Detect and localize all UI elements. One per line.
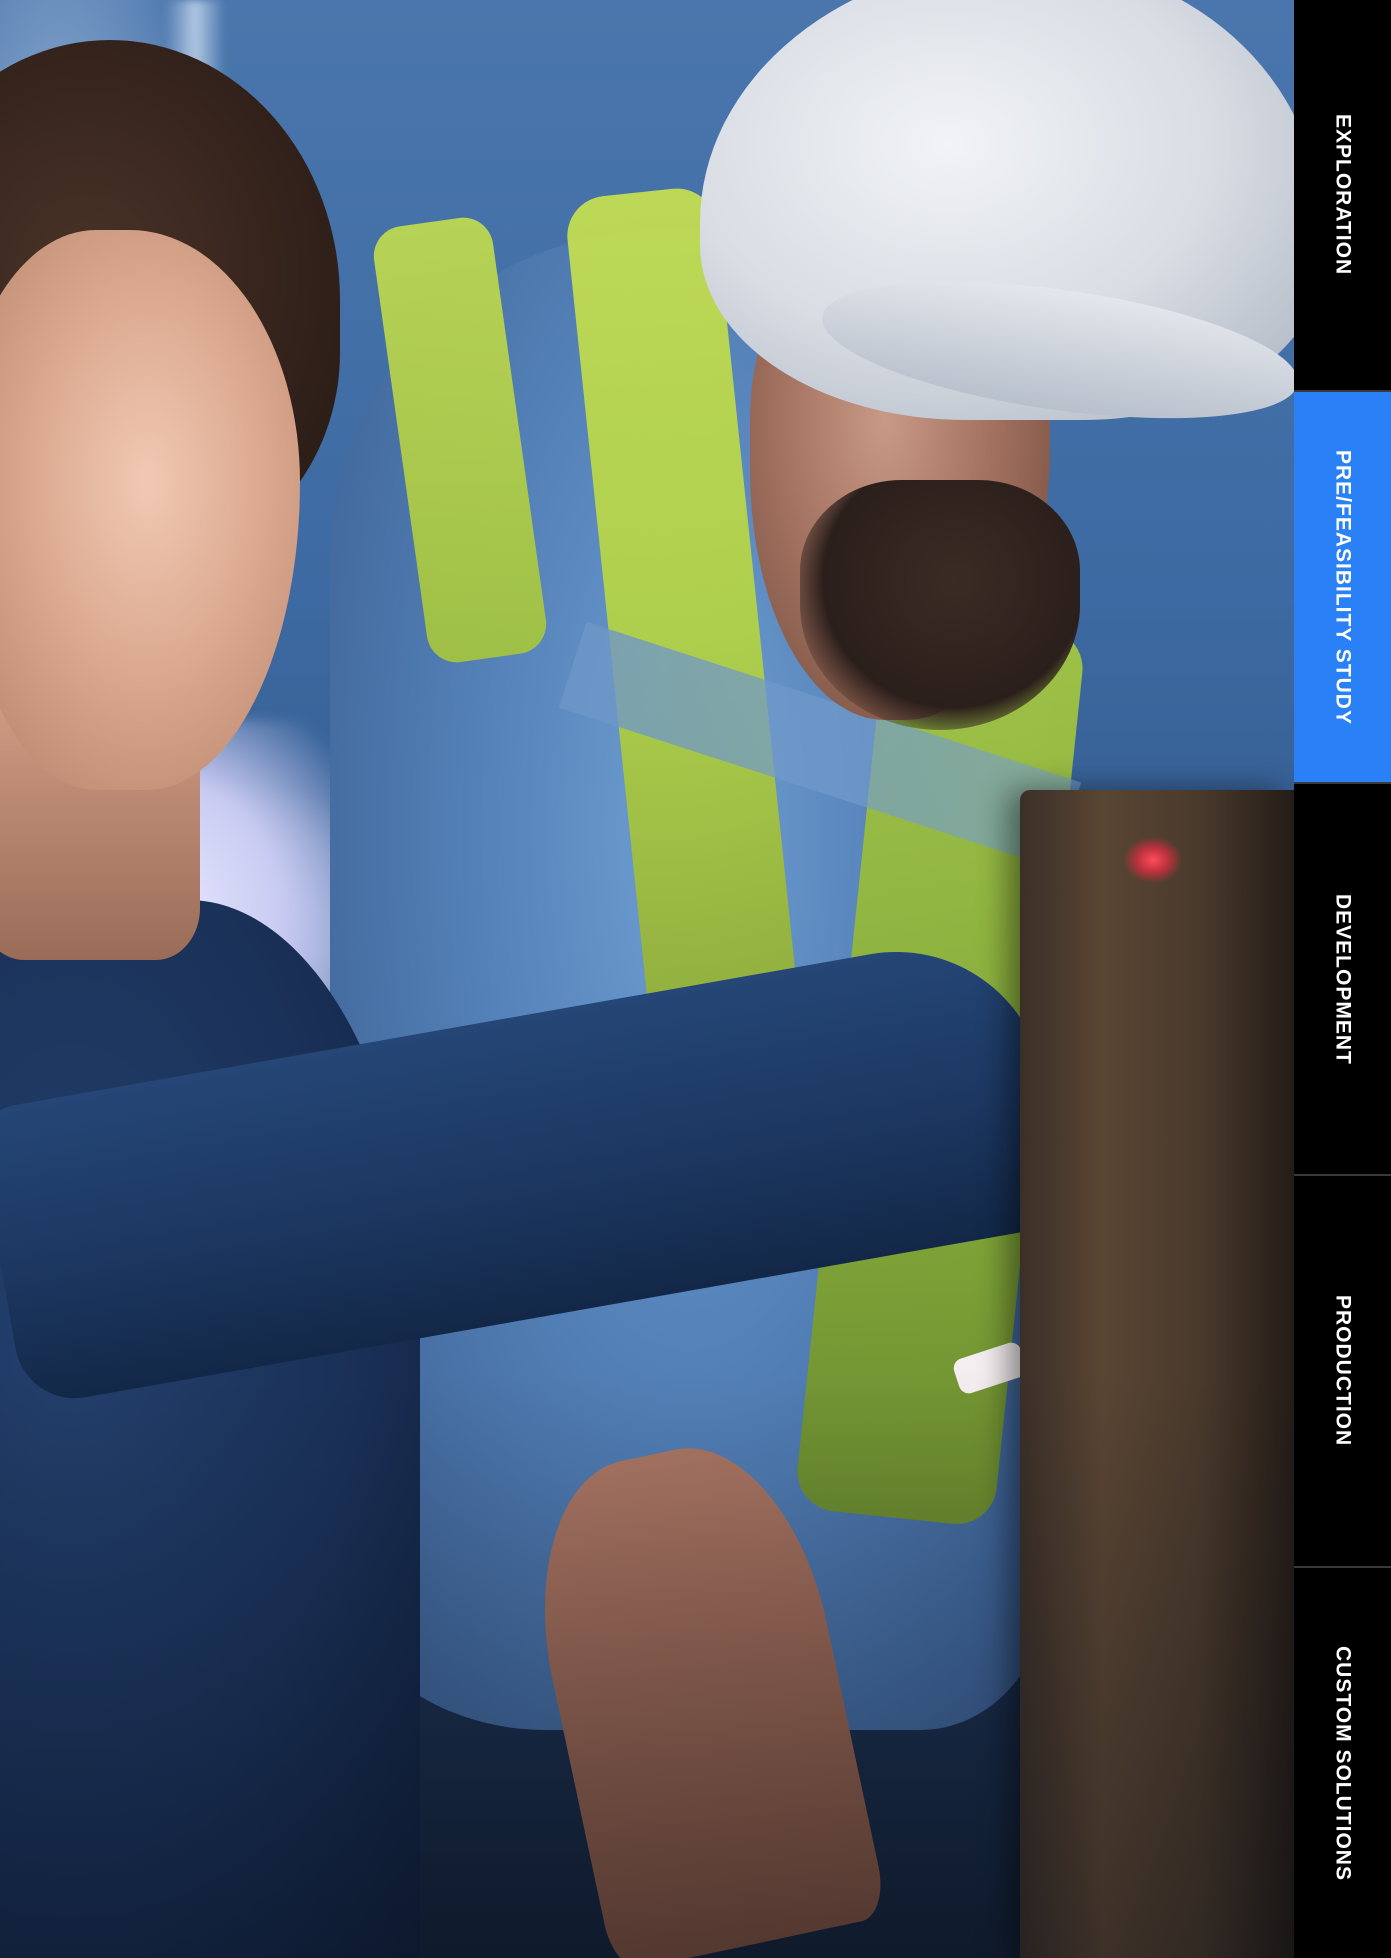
tab-custom-solutions[interactable]: CUSTOM SOLUTIONS [1294,1568,1391,1958]
tab-label-development: DEVELOPMENT [1331,893,1355,1065]
tab-label-custom-solutions: CUSTOM SOLUTIONS [1331,1645,1355,1881]
hero-photo [0,0,1294,1958]
photo-vignette [0,0,1294,1958]
tab-label-exploration: EXPLORATION [1331,114,1355,276]
page: EXPLORATION PRE/FEASIBILITY STUDY DEVELO… [0,0,1391,1958]
stage-tab-nav: EXPLORATION PRE/FEASIBILITY STUDY DEVELO… [1294,0,1391,1958]
tab-label-pre-feasibility-study: PRE/FEASIBILITY STUDY [1331,449,1355,725]
tab-exploration[interactable]: EXPLORATION [1294,0,1391,392]
tab-development[interactable]: DEVELOPMENT [1294,784,1391,1176]
tab-pre-feasibility-study[interactable]: PRE/FEASIBILITY STUDY [1294,392,1391,784]
tab-production[interactable]: PRODUCTION [1294,1176,1391,1568]
tab-label-production: PRODUCTION [1331,1295,1355,1447]
